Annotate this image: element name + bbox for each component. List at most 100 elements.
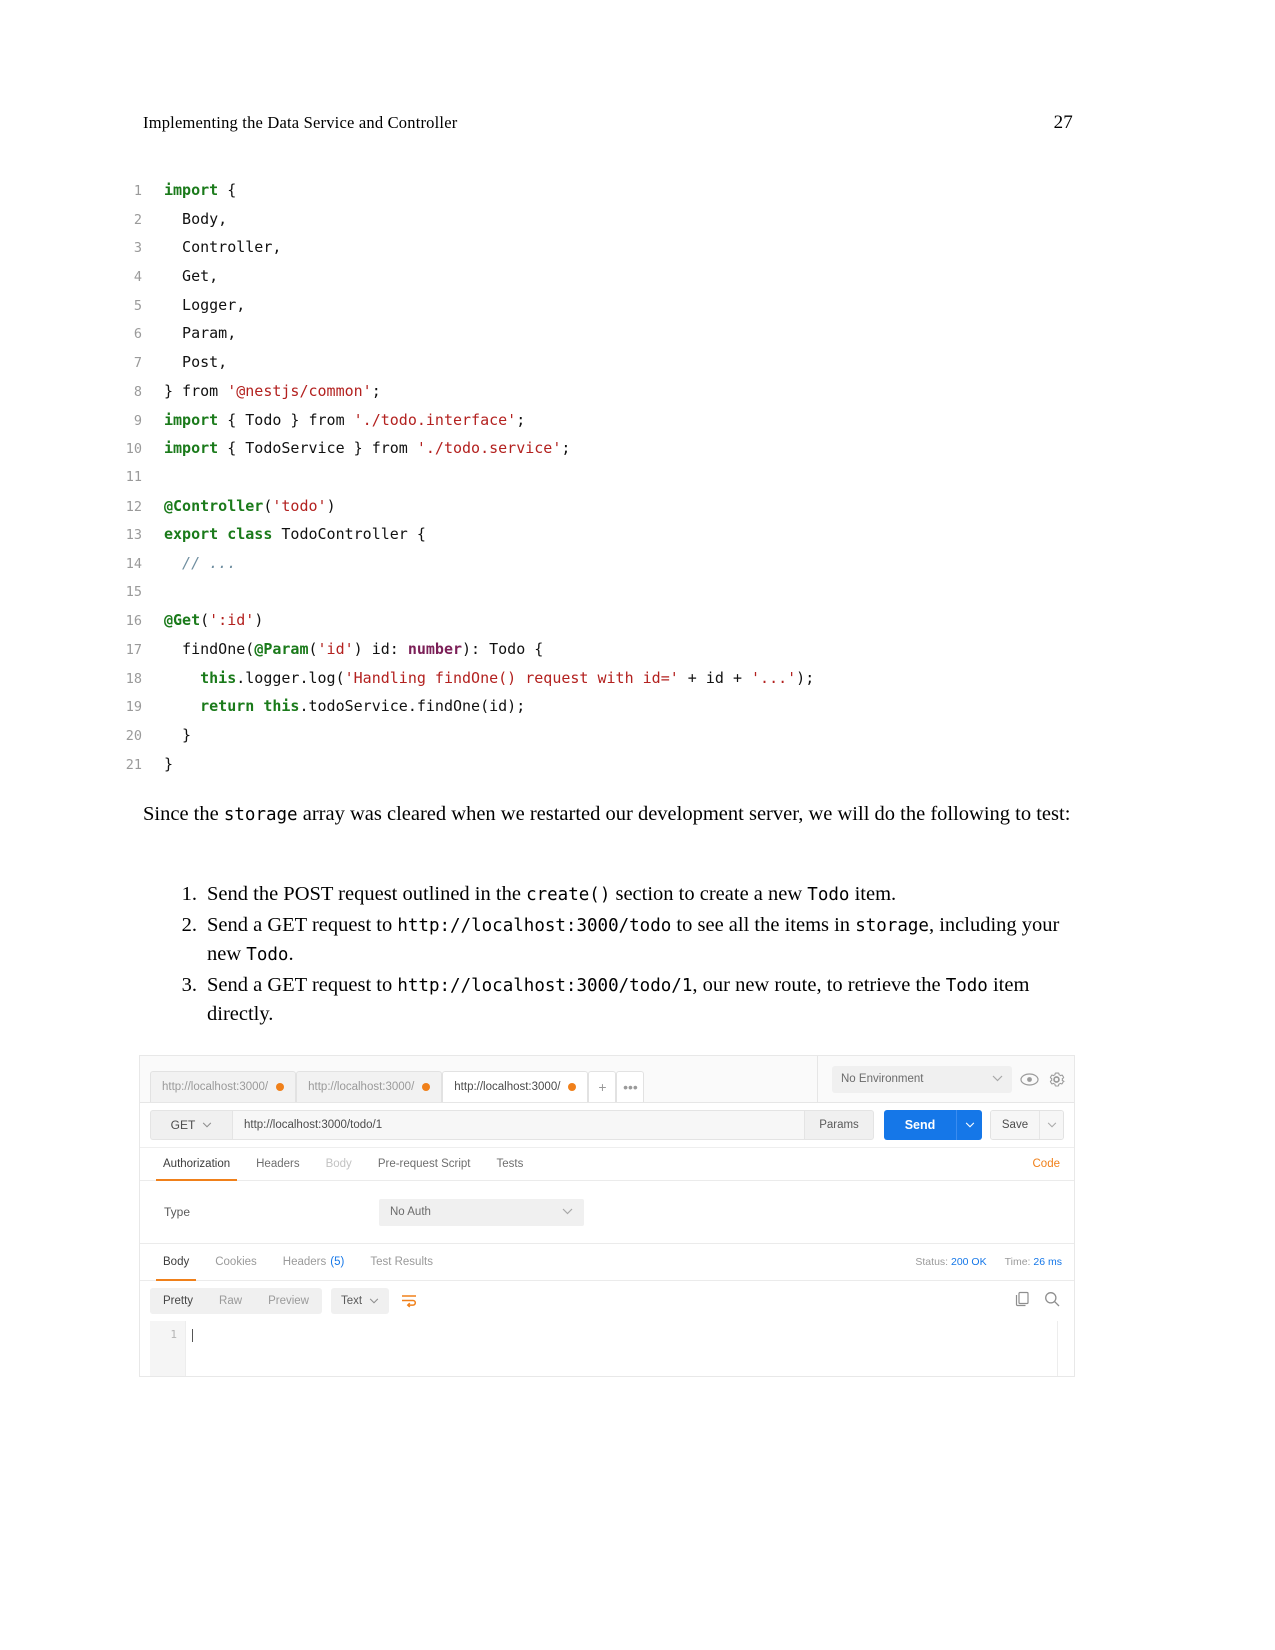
code-line-number: 15 <box>125 583 142 600</box>
postman-screenshot: http://localhost:3000/http://localhost:3… <box>140 1056 1074 1376</box>
search-icon[interactable] <box>1044 1291 1060 1312</box>
new-tab-button[interactable]: + <box>588 1071 617 1102</box>
code-listing: 1 import {2 Body, 3 Controller, 4 Get, 5 Log… <box>104 176 1084 778</box>
code-line: 1 import { <box>104 176 1084 205</box>
request-url-input[interactable]: http://localhost:3000/todo/1 <box>232 1110 804 1140</box>
response-tab-label: Cookies <box>215 1256 257 1268</box>
code-token: import <box>164 439 219 458</box>
params-button[interactable]: Params <box>804 1110 874 1140</box>
test-steps-list: 1. Send the POST request outlined in the … <box>165 880 1075 1030</box>
status-label: Status: <box>915 1256 949 1268</box>
response-tab-body[interactable]: Body <box>150 1244 202 1281</box>
view-mode-preview[interactable]: Preview <box>255 1288 322 1314</box>
code-link[interactable]: Code <box>1033 1158 1061 1170</box>
postman-tab-label: http://localhost:3000/ <box>308 1081 415 1093</box>
list-item: 3. Send a GET request to http://localhost… <box>165 971 1075 1029</box>
code-line: 19 return this.todoService.findOne(id); <box>104 692 1084 721</box>
code-line-content: findOne(@Param('id') id: number): Todo { <box>142 635 543 664</box>
code-line-content: @Get(':id') <box>142 606 263 635</box>
eye-icon[interactable] <box>1020 1072 1039 1086</box>
auth-type-selector[interactable]: No Auth <box>379 1198 584 1226</box>
request-tab-tests[interactable]: Tests <box>484 1148 537 1180</box>
request-section-tabs: Authorization Headers Body Pre-request Scri… <box>140 1148 1074 1181</box>
copy-icon[interactable] <box>1015 1291 1030 1312</box>
status-value: 200 OK <box>951 1256 987 1268</box>
code-line-number: 16 <box>125 613 142 630</box>
code-line-number: 11 <box>125 468 142 485</box>
code-line-content: Post, <box>142 348 227 377</box>
postman-tab[interactable]: http://localhost:3000/ <box>150 1071 297 1102</box>
code-line-number: 2 <box>133 211 142 228</box>
code-token: Param, <box>164 324 237 343</box>
list-item-number: 1. <box>181 883 197 905</box>
unsaved-indicator-icon <box>422 1083 431 1091</box>
save-button[interactable]: Save <box>991 1111 1039 1139</box>
text-run: , our new route, to retrieve the <box>692 973 946 996</box>
response-line-gutter: 1 <box>150 1321 186 1376</box>
code-line: 20 } <box>104 721 1084 750</box>
code-token: ; <box>371 381 381 400</box>
response-body-actions <box>1015 1291 1060 1312</box>
code-line: 11 <box>104 463 1084 492</box>
response-view-mode-group[interactable]: Pretty Raw Preview <box>150 1288 322 1314</box>
request-tab-pre-request-script[interactable]: Pre-request Script <box>365 1148 484 1180</box>
list-item-text: Send the POST request outlined in the cr… <box>207 880 1075 910</box>
code-token: ( <box>200 611 210 630</box>
code-token: '@nestjs/common' <box>227 381 372 400</box>
response-tab-test-results[interactable]: Test Results <box>357 1244 446 1280</box>
inline-code: Todo <box>945 975 988 996</box>
code-line-number: 20 <box>125 728 142 745</box>
request-tab-body[interactable]: Body <box>313 1148 365 1180</box>
code-token: Post, <box>164 353 228 372</box>
code-line: 7 Post, <box>104 348 1084 377</box>
response-body-text[interactable] <box>186 1321 1058 1376</box>
list-item-number: 2. <box>181 913 197 936</box>
code-token: ): Todo { <box>462 640 544 658</box>
code-line-number: 21 <box>125 756 142 773</box>
postman-tabbar: http://localhost:3000/http://localhost:3… <box>140 1056 1074 1103</box>
time-badge: Time: 26 ms <box>1005 1256 1062 1268</box>
list-item-text: Send a GET request to http://localhost:3… <box>207 971 1075 1029</box>
word-wrap-icon[interactable] <box>398 1290 420 1312</box>
save-button-group: Save <box>990 1110 1064 1140</box>
send-button[interactable]: Send <box>884 1110 956 1140</box>
postman-request-tabs[interactable]: http://localhost:3000/http://localhost:3… <box>140 1056 589 1102</box>
code-line-number: 12 <box>125 498 142 515</box>
document-page: Implementing the Data Service and Contro… <box>0 0 1275 1650</box>
response-tab-label: Body <box>163 1256 190 1268</box>
postman-tab[interactable]: http://localhost:3000/ <box>442 1071 589 1102</box>
chapter-title: Implementing the Data Service and Contro… <box>143 113 458 132</box>
paragraph-mono-storage: storage <box>223 805 298 825</box>
view-mode-pretty[interactable]: Pretty <box>150 1288 207 1314</box>
unsaved-indicator-icon <box>276 1083 285 1091</box>
code-line: 8} from '@nestjs/common'; <box>104 377 1084 406</box>
gear-icon[interactable] <box>1047 1070 1066 1089</box>
chevron-down-icon <box>992 1074 1003 1085</box>
page-number: 27 <box>1053 112 1073 133</box>
response-tab-cookies[interactable]: Cookies <box>202 1244 270 1280</box>
code-token: { TodoService } from <box>218 439 417 458</box>
response-tab-headers[interactable]: Headers (5) <box>270 1244 358 1280</box>
http-method-value: GET <box>170 1118 196 1132</box>
text-run: Send the POST request outlined in the <box>207 883 527 905</box>
running-header: Implementing the Data Service and Contro… <box>143 112 1073 134</box>
code-line-number: 4 <box>133 269 142 286</box>
request-tab-authorization[interactable]: Authorization <box>150 1148 243 1181</box>
tab-options-button[interactable]: ••• <box>616 1071 645 1102</box>
authorization-panel: Type No Auth <box>140 1181 1074 1244</box>
save-options-chevron-down-icon[interactable] <box>1039 1111 1063 1139</box>
http-method-selector[interactable]: GET <box>150 1110 232 1140</box>
postman-tab[interactable]: http://localhost:3000/ <box>296 1071 443 1102</box>
request-tab-headers[interactable]: Headers <box>243 1148 312 1180</box>
response-body-viewer: 1 <box>140 1321 1074 1376</box>
send-options-chevron-down-icon[interactable] <box>956 1110 982 1140</box>
code-line-content: @Controller('todo') <box>142 492 336 521</box>
response-format-selector[interactable]: Text <box>330 1288 390 1314</box>
environment-selector[interactable]: No Environment <box>832 1065 1012 1093</box>
status-badge: Status: 200 OK <box>915 1256 986 1268</box>
response-scrollbar[interactable] <box>1058 1321 1074 1376</box>
code-token: TodoController { <box>272 525 426 544</box>
view-mode-raw[interactable]: Raw <box>206 1288 255 1314</box>
code-line-content: import { Todo } from './todo.interface'; <box>142 406 525 435</box>
